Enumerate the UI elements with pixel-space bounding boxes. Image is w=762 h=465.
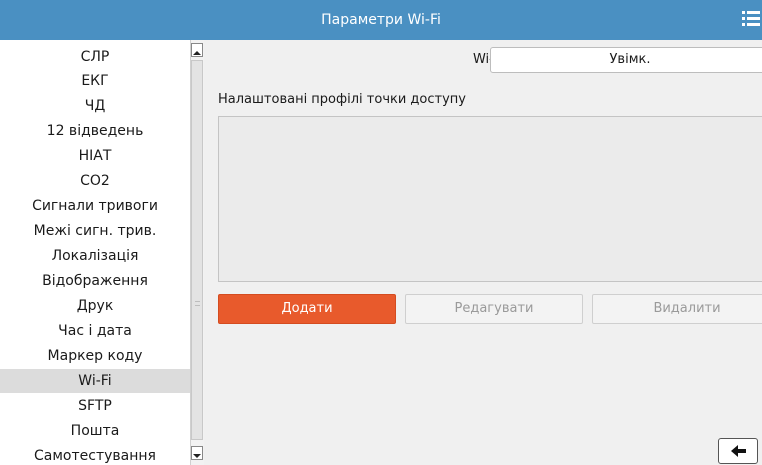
- sidebar-item-ecg[interactable]: ЕКГ: [0, 69, 190, 93]
- sidebar-scrollbar[interactable]: [190, 40, 204, 465]
- chevron-down-icon: [193, 454, 201, 458]
- edit-button[interactable]: Редагувати: [405, 294, 583, 324]
- sidebar-item-wifi[interactable]: Wi-Fi: [0, 369, 190, 393]
- back-button[interactable]: [718, 438, 758, 464]
- wifi-toggle-select[interactable]: Увімк.: [490, 47, 762, 73]
- wifi-settings-panel: Wi-Fi Увімк. Налаштовані профілі точки д…: [204, 40, 762, 465]
- page-title: Параметри Wi-Fi: [321, 12, 441, 28]
- sidebar-item-self-test[interactable]: Самотестування: [0, 444, 190, 465]
- chevron-up-icon: [193, 51, 201, 55]
- sidebar-item-print[interactable]: Друк: [0, 294, 190, 318]
- sidebar-item-localization[interactable]: Локалізація: [0, 244, 190, 268]
- scroll-down-button[interactable]: [191, 446, 203, 460]
- sidebar-item-code-marker[interactable]: Маркер коду: [0, 344, 190, 368]
- sidebar-item-time-date[interactable]: Час і дата: [0, 319, 190, 343]
- sidebar-item-cpr[interactable]: СЛР: [0, 45, 190, 69]
- sidebar-item-co2[interactable]: CO2: [0, 169, 190, 193]
- back-arrow-icon: [731, 445, 746, 457]
- settings-sidebar: СЛР ЕКГ ЧД 12 відведень НІАТ CO2 Сигнали…: [0, 40, 190, 465]
- sidebar-item-sftp[interactable]: SFTP: [0, 394, 190, 418]
- scroll-up-button[interactable]: [191, 43, 203, 57]
- sidebar-item-12-lead[interactable]: 12 відведень: [0, 119, 190, 143]
- profiles-label: Налаштовані профілі точки доступу: [218, 92, 466, 107]
- list-menu-icon[interactable]: [742, 9, 760, 29]
- add-button[interactable]: Додати: [218, 294, 396, 324]
- sidebar-item-resp-rate[interactable]: ЧД: [0, 94, 190, 118]
- sidebar-item-display[interactable]: Відображення: [0, 269, 190, 293]
- sidebar-item-nibp[interactable]: НІАТ: [0, 144, 190, 168]
- title-bar: Параметри Wi-Fi: [0, 0, 762, 40]
- scroll-thumb[interactable]: [191, 60, 203, 440]
- sidebar-item-mail[interactable]: Пошта: [0, 419, 190, 443]
- sidebar-item-alarm-limits[interactable]: Межі сигн. трив.: [0, 219, 190, 243]
- sidebar-item-alarms[interactable]: Сигнали тривоги: [0, 194, 190, 218]
- scroll-grip-icon: [195, 301, 200, 306]
- profiles-list[interactable]: [218, 116, 762, 282]
- delete-button[interactable]: Видалити: [592, 294, 762, 324]
